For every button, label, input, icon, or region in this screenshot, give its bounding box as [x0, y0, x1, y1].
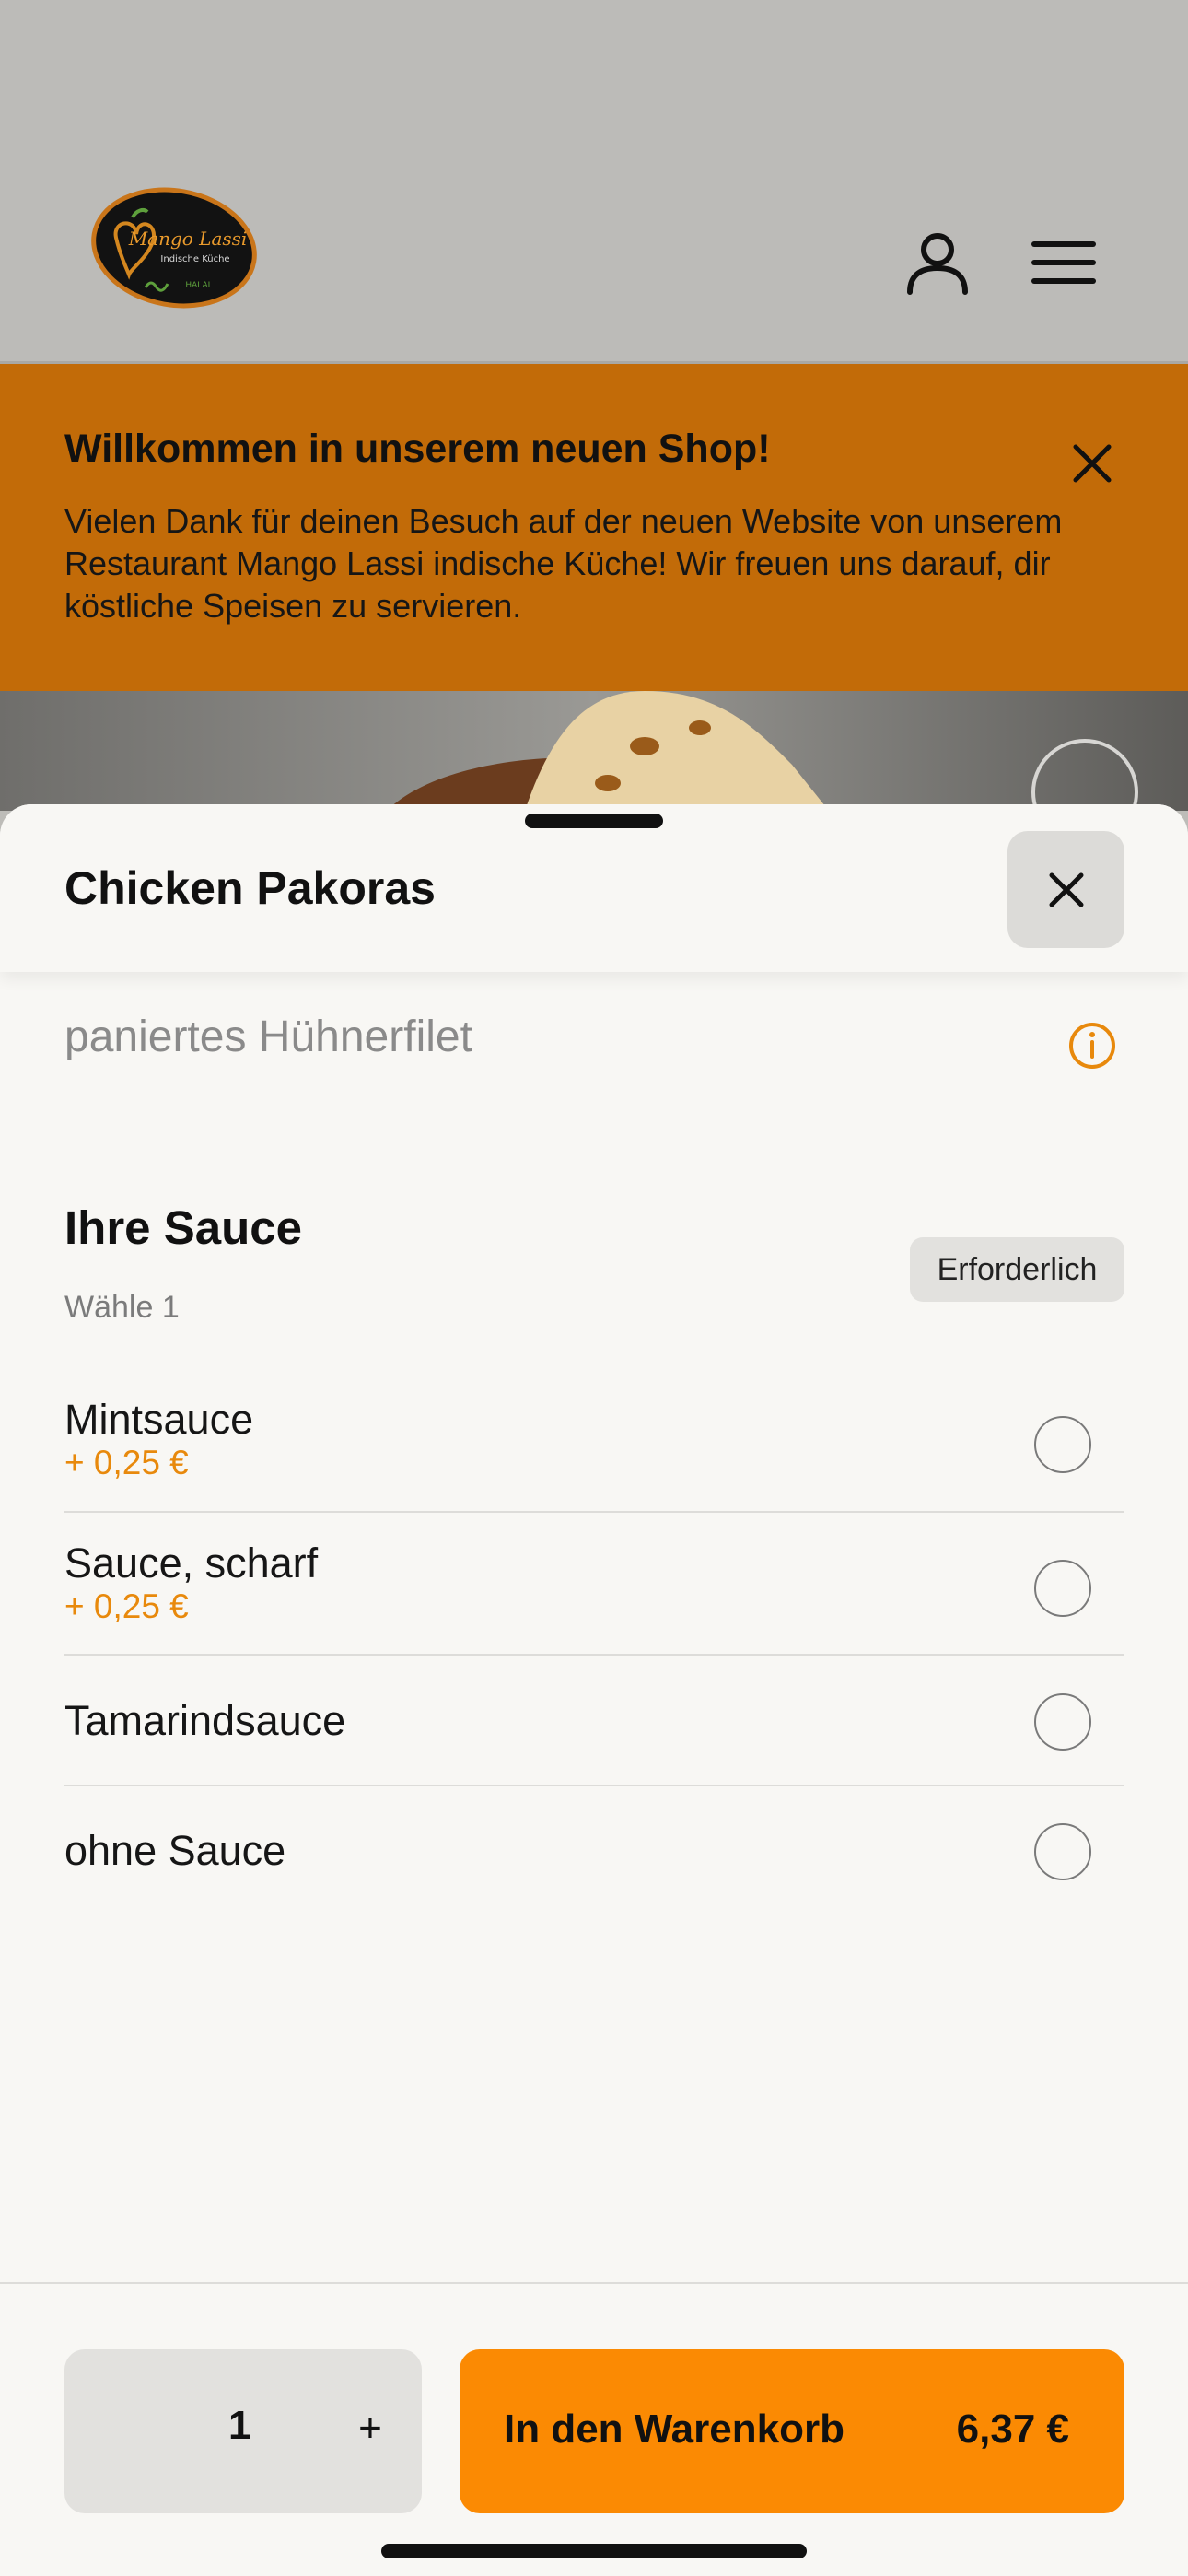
add-to-cart-label: In den Warenkorb	[504, 2406, 844, 2452]
quantity-plus-button[interactable]: +	[337, 2395, 403, 2462]
menu-icon[interactable]	[1027, 226, 1101, 299]
required-badge: Erforderlich	[910, 1237, 1124, 1302]
banner-close-icon[interactable]	[1066, 438, 1118, 489]
user-icon[interactable]	[901, 226, 974, 299]
sheet-close-button[interactable]	[1007, 831, 1124, 948]
banner-title: Willkommen in unserem neuen Shop!	[64, 427, 771, 471]
site-header: Mango Lassi Indische Küche HALAL	[0, 0, 1188, 364]
product-title: Chicken Pakoras	[64, 862, 436, 914]
sauce-option-mintsauce[interactable]: Mintsauce + 0,25 €	[64, 1396, 1124, 1488]
product-description: paniertes Hühnerfilet	[64, 1013, 472, 1061]
option-divider	[64, 1511, 1124, 1513]
option-divider	[64, 1785, 1124, 1786]
sheet-grabber[interactable]	[525, 814, 663, 828]
home-indicator	[381, 2544, 807, 2558]
option-label: ohne Sauce	[64, 1827, 286, 1874]
logo-tagline: Indische Küche	[160, 254, 229, 264]
product-sheet: Chicken Pakoras paniertes Hühnerfilet Ih…	[0, 804, 1188, 2576]
info-icon[interactable]	[1068, 1022, 1116, 1070]
sauce-option-tamarind[interactable]: Tamarindsauce	[64, 1693, 1124, 1758]
option-price: + 0,25 €	[64, 1587, 189, 1625]
option-label: Tamarindsauce	[64, 1697, 346, 1744]
option-radio[interactable]	[1034, 1693, 1091, 1751]
logo-halal: HALAL	[185, 281, 212, 290]
option-radio[interactable]	[1034, 1416, 1091, 1473]
option-label: Mintsauce	[64, 1396, 254, 1443]
sauce-section-subtitle: Wähle 1	[64, 1290, 180, 1325]
banner-text: Vielen Dank für deinen Besuch auf der ne…	[64, 502, 1063, 625]
footer-divider	[0, 2282, 1188, 2284]
hero-food-image	[0, 691, 1188, 811]
quantity-value: 1	[228, 2403, 251, 2448]
sauce-section-title: Ihre Sauce	[64, 1201, 302, 1254]
option-radio[interactable]	[1034, 1823, 1091, 1880]
close-icon	[1049, 872, 1083, 907]
sheet-header: Chicken Pakoras	[0, 804, 1188, 972]
option-divider	[64, 1654, 1124, 1656]
option-label: Sauce, scharf	[64, 1540, 319, 1587]
add-to-cart-button[interactable]: In den Warenkorb 6,37 €	[460, 2349, 1124, 2513]
cart-total-price: 6,37 €	[956, 2406, 1069, 2452]
sauce-option-scharf[interactable]: Sauce, scharf + 0,25 €	[64, 1540, 1124, 1632]
sauce-option-ohne[interactable]: ohne Sauce	[64, 1823, 1124, 1888]
logo-name: Mango Lassi	[128, 228, 248, 250]
option-price: + 0,25 €	[64, 1444, 189, 1481]
mango-lassi-logo[interactable]: Mango Lassi Indische Küche HALAL	[88, 184, 260, 311]
quantity-stepper[interactable]: 1 +	[64, 2349, 422, 2513]
option-radio[interactable]	[1034, 1560, 1091, 1617]
